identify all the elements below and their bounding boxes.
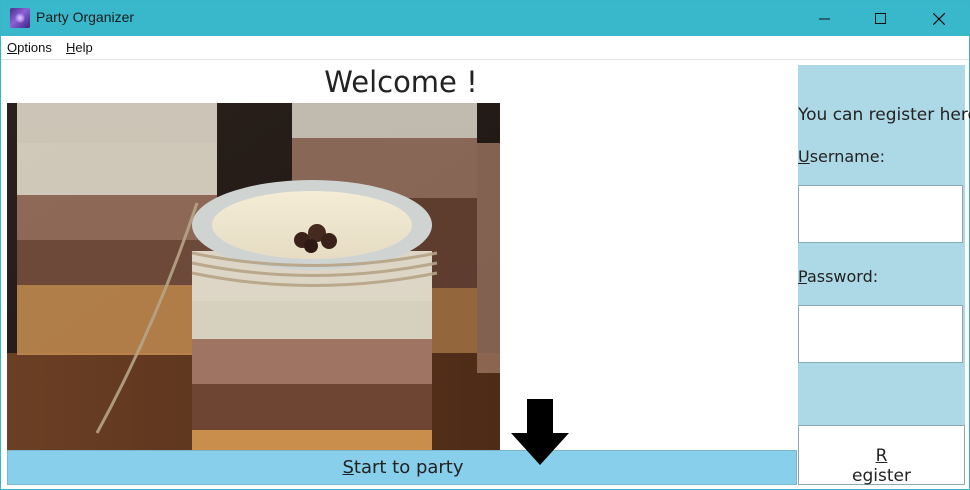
register-button-label: Register [799,446,964,486]
username-label-text: sername: [809,147,885,166]
username-mnemonic: U [798,147,810,166]
app-icon [10,8,30,28]
password-input[interactable] [798,305,963,363]
app-window: Party Organizer Options Help Welcome ! S… [0,0,970,490]
start-mnemonic: S [342,457,354,478]
register-heading: You can register here [798,105,970,125]
username-input[interactable] [798,185,963,243]
menu-options[interactable]: Options [7,40,52,55]
maximize-button[interactable] [852,1,910,36]
dessert-photo [7,103,500,450]
menu-help-label: elp [75,40,93,55]
register-panel: You can register here Username: Password… [798,65,970,486]
password-mnemonic: P [798,267,807,286]
username-label: Username: [798,147,885,166]
maximize-icon [875,12,886,24]
close-button[interactable] [910,1,968,36]
down-arrow-icon [511,399,569,465]
close-icon [933,12,945,25]
register-button-text: egister [852,466,911,486]
start-party-label: Start to party [8,457,798,478]
start-label-text: tart to party [353,457,464,478]
menu-options-label: ptions [17,40,52,55]
window-title: Party Organizer [36,9,135,25]
password-label: Password: [798,267,878,286]
start-party-button[interactable]: Start to party [7,450,797,485]
minimize-button[interactable] [796,1,854,36]
password-label-text: assword: [806,267,879,286]
menu-options-mnemonic: O [7,40,18,55]
register-mnemonic: R [875,446,888,466]
menu-help-mnemonic: H [66,40,76,55]
minimize-icon [819,18,830,19]
register-button[interactable]: Register [798,425,965,486]
welcome-heading: Welcome ! [324,65,478,99]
title-bar[interactable]: Party Organizer [1,1,969,36]
menu-bar: Options Help [1,36,969,60]
menu-help[interactable]: Help [66,40,93,55]
